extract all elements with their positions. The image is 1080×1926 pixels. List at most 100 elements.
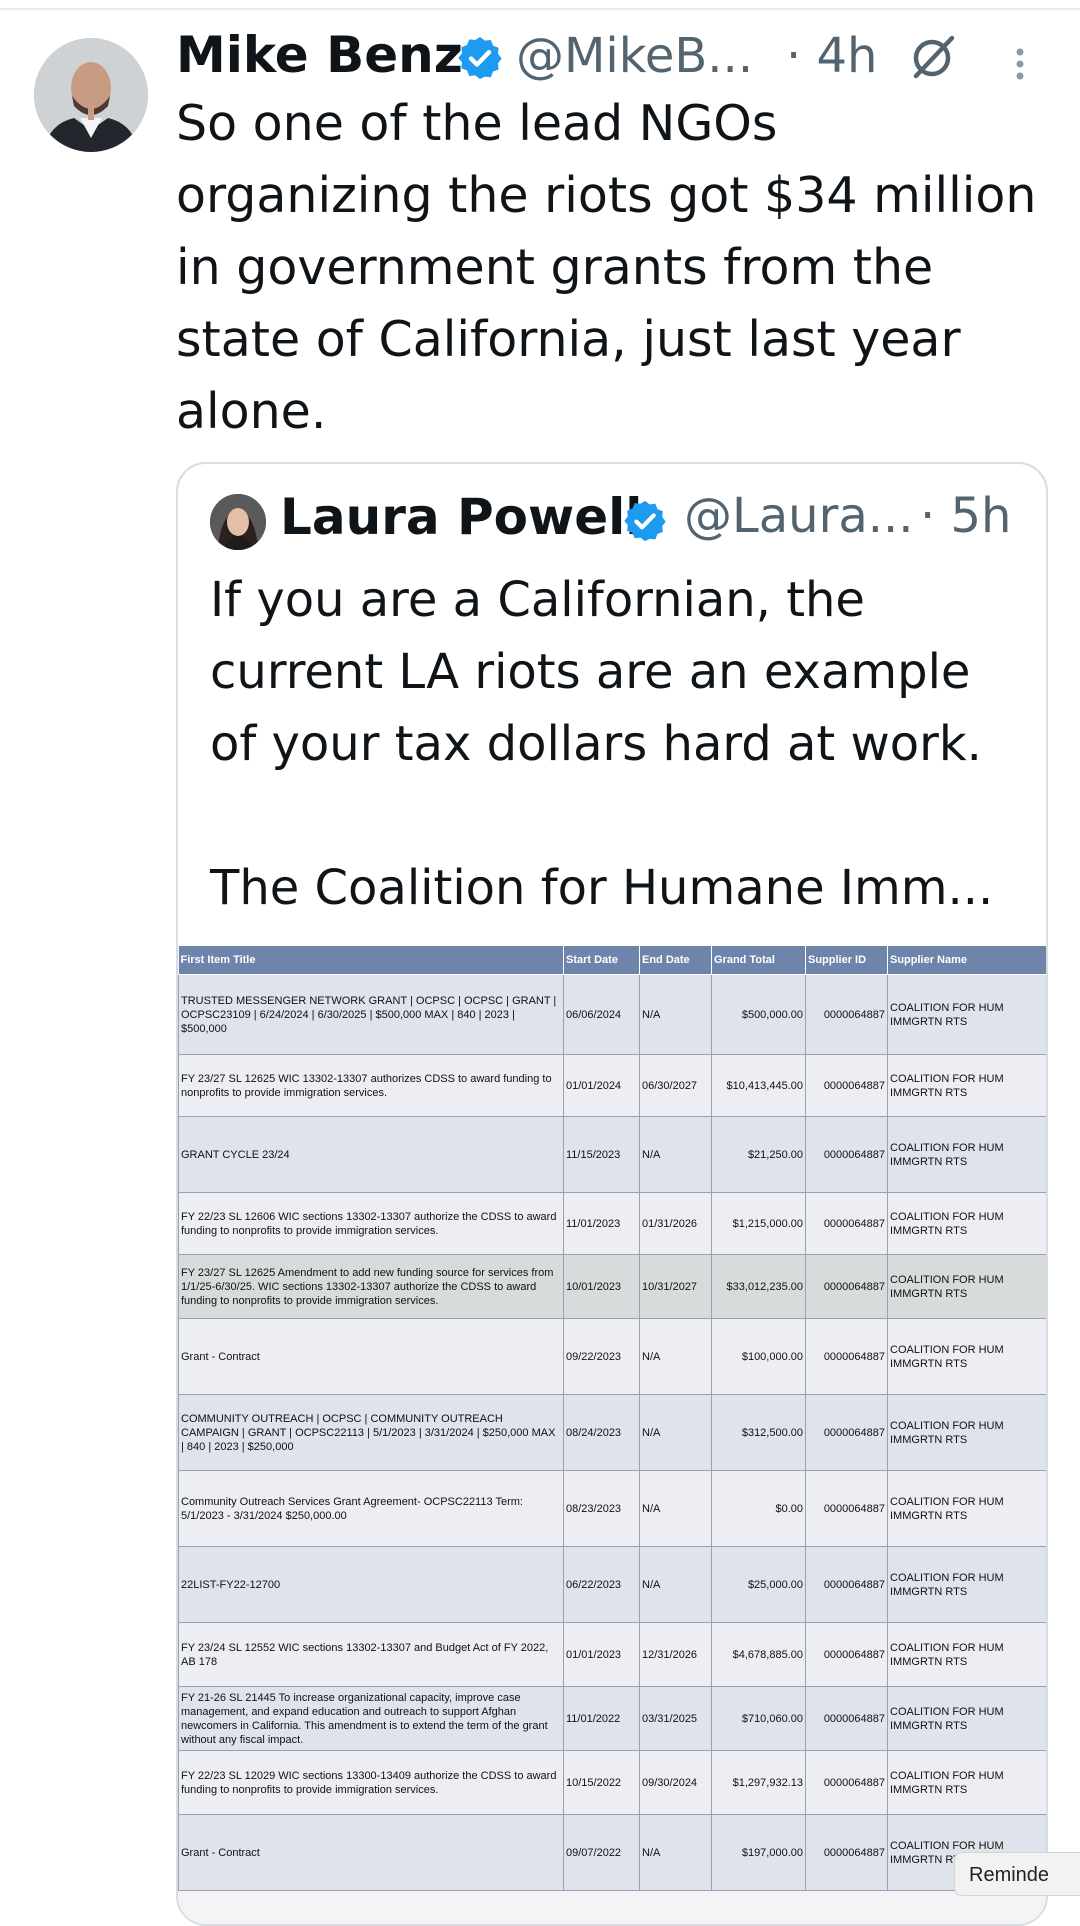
column-header: Start Date	[563, 946, 640, 975]
start-date-cell: 11/01/2023	[563, 1192, 640, 1255]
quoted-tweet-card[interactable]: Laura Powell @Laura... · 5h If you are a…	[176, 462, 1048, 1926]
grand-total-cell: $21,250.00	[711, 1116, 806, 1193]
start-date-cell: 10/15/2022	[563, 1750, 640, 1815]
item-title-cell: FY 21-26 SL 21445 To increase organizati…	[178, 1686, 564, 1751]
quoted-author-avatar[interactable]	[210, 494, 266, 550]
tweet-text-line: in government grants from the	[176, 239, 934, 296]
grand-total-cell: $500,000.00	[711, 974, 806, 1055]
tweet-text-line: alone.	[176, 383, 327, 440]
more-options-icon[interactable]	[1010, 46, 1030, 86]
table-row: Grant - Contract 09/07/2022 N/A $197,000.00…	[178, 1814, 1046, 1891]
table-row: COMMUNITY OUTREACH | OCPSC | COMMUNITY O…	[178, 1394, 1046, 1471]
supplier-name-cell: COALITION FOR HUM IMMGRTN RTS	[887, 1750, 1046, 1815]
start-date-cell: 11/01/2022	[563, 1686, 640, 1751]
supplier-name-cell: COALITION FOR HUM IMMGRTN RTS	[887, 1470, 1046, 1547]
avatar-photo-icon	[210, 494, 266, 550]
supplier-name-cell: COALITION FOR HUM IMMGRTN RTS	[887, 1622, 1046, 1687]
reminder-button[interactable]: Reminde	[954, 1852, 1080, 1896]
end-date-cell: N/A	[639, 974, 712, 1055]
supplier-id-cell: 0000064887	[805, 1622, 888, 1687]
table-row: FY 23/27 SL 12625 WIC 13302-13307 author…	[178, 1054, 1046, 1117]
grand-total-cell: $0.00	[711, 1470, 806, 1547]
supplier-id-cell: 0000064887	[805, 1192, 888, 1255]
quoted-text-line: The Coalition for Humane Imm...	[210, 860, 994, 916]
item-title-cell: FY 22/23 SL 12606 WIC sections 13302-133…	[178, 1192, 564, 1255]
column-header: Grand Total	[711, 946, 806, 975]
column-header: First Item Title	[178, 946, 564, 975]
table-row: FY 21-26 SL 21445 To increase organizati…	[178, 1686, 1046, 1751]
end-date-cell: 09/30/2024	[639, 1750, 712, 1815]
tweet-timestamp[interactable]: · 4h	[786, 28, 877, 84]
verified-badge-icon	[458, 37, 502, 79]
supplier-name-cell: COALITION FOR HUM IMMGRTN RTS	[887, 1254, 1046, 1319]
grand-total-cell: $1,215,000.00	[711, 1192, 806, 1255]
supplier-id-cell: 0000064887	[805, 1750, 888, 1815]
author-name[interactable]: Mike Benz	[176, 26, 463, 84]
grants-table-image[interactable]: First Item Title Start Date End Date Gra…	[178, 946, 1046, 1924]
item-title-cell: FY 23/24 SL 12552 WIC sections 13302-133…	[178, 1622, 564, 1687]
supplier-id-cell: 0000064887	[805, 1318, 888, 1395]
table-row: Grant - Contract 09/22/2023 N/A $100,000.00…	[178, 1318, 1046, 1395]
start-date-cell: 01/01/2024	[563, 1054, 640, 1117]
item-title-cell: 22LIST-FY22-12700	[178, 1546, 564, 1623]
table-body: TRUSTED MESSENGER NETWORK GRANT | OCPSC …	[178, 974, 1046, 1891]
supplier-id-cell: 0000064887	[805, 1546, 888, 1623]
grand-total-cell: $10,413,445.00	[711, 1054, 806, 1117]
avatar-photo-icon	[34, 38, 148, 152]
tweet-header: Mike Benz @MikeB... · 4h	[176, 22, 1056, 92]
tweet-body: So one of the lead NGOs organizing the r…	[176, 88, 1056, 448]
quoted-text-line: of your tax dollars hard at work.	[210, 716, 982, 772]
supplier-id-cell: 0000064887	[805, 1116, 888, 1193]
start-date-cell: 06/22/2023	[563, 1546, 640, 1623]
start-date-cell: 10/01/2023	[563, 1254, 640, 1319]
tweet-text-line: state of California, just last year	[176, 311, 961, 368]
quoted-author-name[interactable]: Laura Powell	[280, 488, 642, 546]
start-date-cell: 09/07/2022	[563, 1814, 640, 1891]
grand-total-cell: $25,000.00	[711, 1546, 806, 1623]
grand-total-cell: $100,000.00	[711, 1318, 806, 1395]
quoted-tweet-timestamp[interactable]: · 5h	[920, 488, 1011, 544]
table-row: FY 23/24 SL 12552 WIC sections 13302-133…	[178, 1622, 1046, 1687]
quoted-tweet-body: If you are a Californian, the current LA…	[210, 564, 1030, 924]
item-title-cell: Community Outreach Services Grant Agreem…	[178, 1470, 564, 1547]
supplier-id-cell: 0000064887	[805, 974, 888, 1055]
item-title-cell: FY 22/23 SL 12029 WIC sections 13300-134…	[178, 1750, 564, 1815]
item-title-cell: FY 23/27 SL 12625 WIC 13302-13307 author…	[178, 1054, 564, 1117]
quoted-text-line	[210, 780, 1030, 852]
start-date-cell: 06/06/2024	[563, 974, 640, 1055]
end-date-cell: 12/31/2026	[639, 1622, 712, 1687]
table-header-row: First Item Title Start Date End Date Gra…	[178, 946, 1046, 975]
table-row: Community Outreach Services Grant Agreem…	[178, 1470, 1046, 1547]
item-title-cell: FY 23/27 SL 12625 Amendment to add new f…	[178, 1254, 564, 1319]
author-avatar[interactable]	[34, 38, 148, 152]
supplier-id-cell: 0000064887	[805, 1054, 888, 1117]
start-date-cell: 11/15/2023	[563, 1116, 640, 1193]
item-title-cell: Grant - Contract	[178, 1318, 564, 1395]
supplier-name-cell: COALITION FOR HUM IMMGRTN RTS	[887, 1192, 1046, 1255]
grok-icon[interactable]	[908, 32, 958, 82]
item-title-cell: TRUSTED MESSENGER NETWORK GRANT | OCPSC …	[178, 974, 564, 1055]
end-date-cell: N/A	[639, 1116, 712, 1193]
grand-total-cell: $1,297,932.13	[711, 1750, 806, 1815]
column-header: Supplier Name	[887, 946, 1046, 975]
author-handle[interactable]: @MikeB...	[516, 28, 753, 84]
supplier-name-cell: COALITION FOR HUM IMMGRTN RTS	[887, 1686, 1046, 1751]
quoted-author-handle[interactable]: @Laura...	[684, 488, 914, 544]
tweet-text-line: So one of the lead NGOs	[176, 95, 778, 152]
end-date-cell: N/A	[639, 1546, 712, 1623]
verified-badge-icon	[624, 500, 666, 542]
supplier-id-cell: 0000064887	[805, 1470, 888, 1547]
grand-total-cell: $4,678,885.00	[711, 1622, 806, 1687]
end-date-cell: N/A	[639, 1394, 712, 1471]
end-date-cell: N/A	[639, 1470, 712, 1547]
end-date-cell: 10/31/2027	[639, 1254, 712, 1319]
supplier-name-cell: COALITION FOR HUM IMMGRTN RTS	[887, 974, 1046, 1055]
grants-table: First Item Title Start Date End Date Gra…	[178, 946, 1046, 1891]
grand-total-cell: $33,012,235.00	[711, 1254, 806, 1319]
start-date-cell: 01/01/2023	[563, 1622, 640, 1687]
quoted-text-line: If you are a Californian, the	[210, 572, 865, 628]
start-date-cell: 09/22/2023	[563, 1318, 640, 1395]
supplier-id-cell: 0000064887	[805, 1814, 888, 1891]
table-row: TRUSTED MESSENGER NETWORK GRANT | OCPSC …	[178, 974, 1046, 1055]
end-date-cell: 06/30/2027	[639, 1054, 712, 1117]
